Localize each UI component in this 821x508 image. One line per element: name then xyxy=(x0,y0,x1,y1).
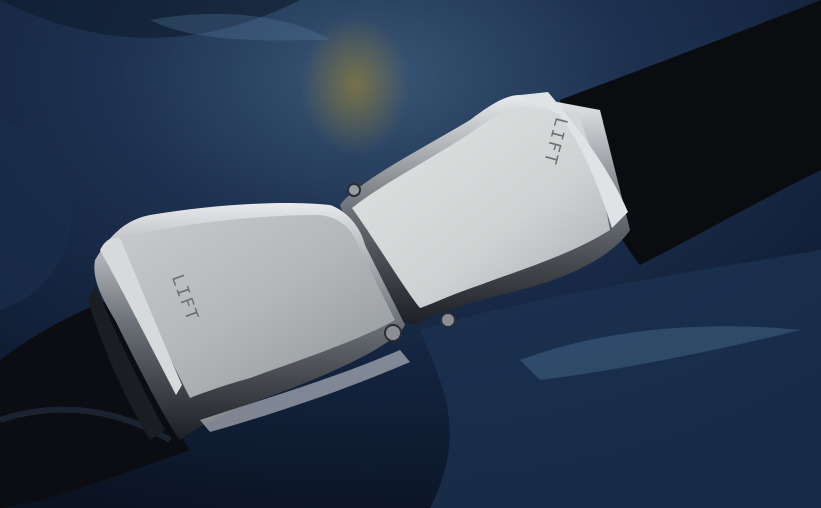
photo-scene: LIFT LIFT xyxy=(0,0,821,508)
rivet xyxy=(384,324,402,342)
rivet xyxy=(440,312,456,328)
rivet xyxy=(347,183,361,197)
